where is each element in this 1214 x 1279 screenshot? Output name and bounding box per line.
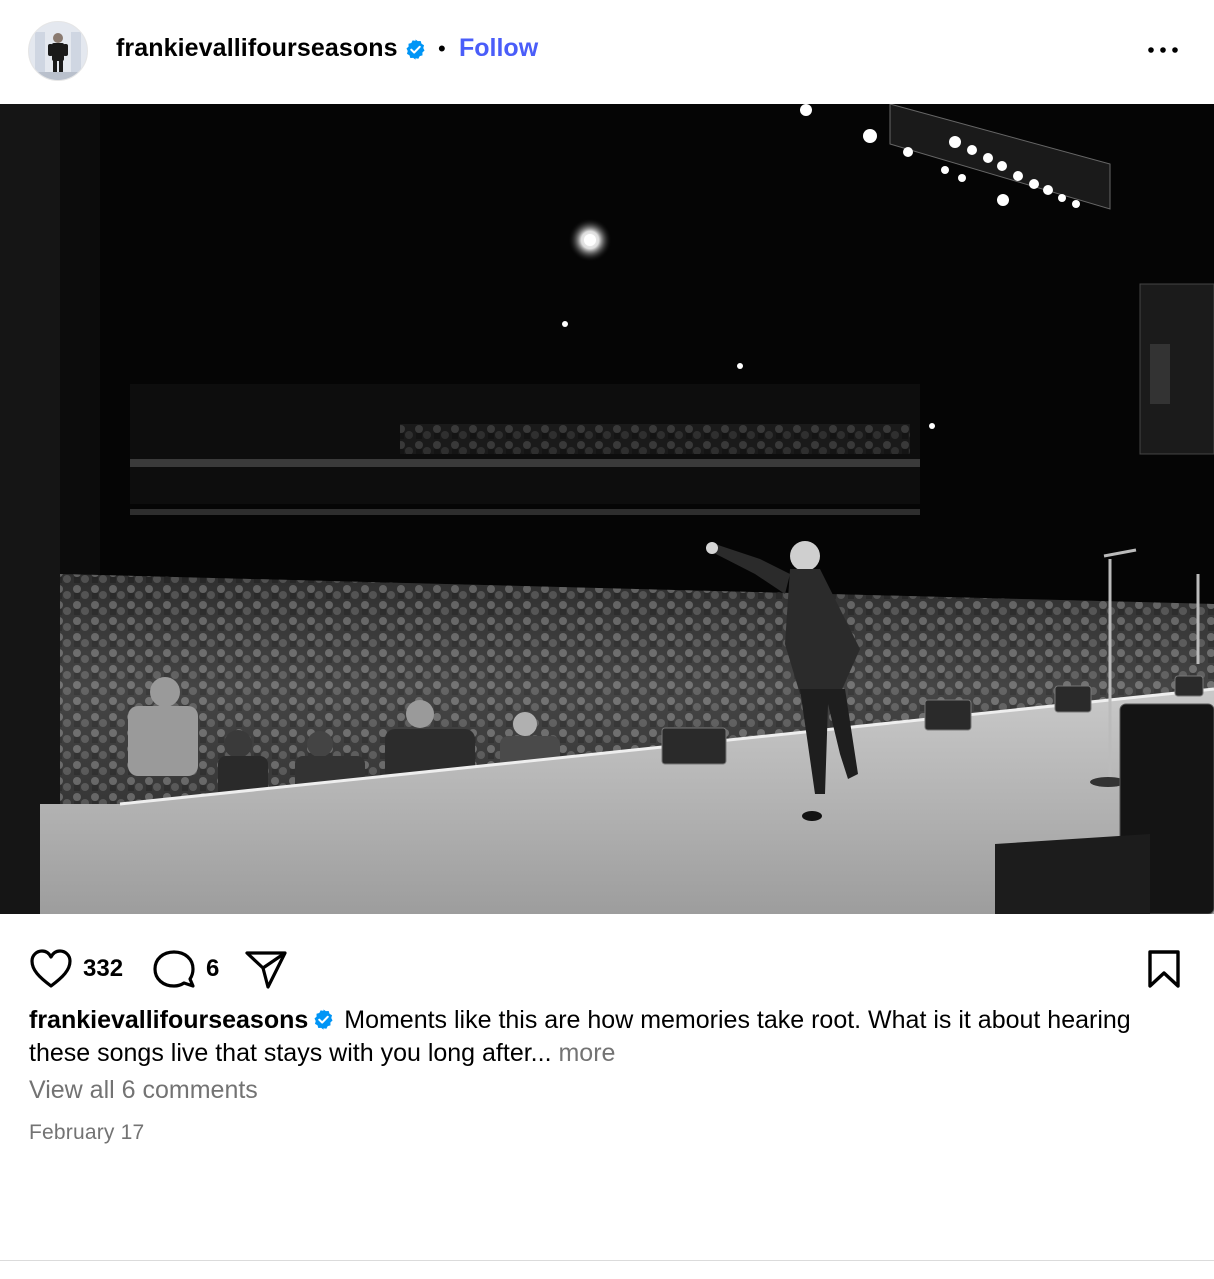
post-image[interactable] — [0, 104, 1214, 914]
verified-badge-icon — [406, 39, 425, 60]
follow-button[interactable]: Follow — [459, 34, 538, 63]
view-all-comments-link[interactable]: View all 6 comments — [29, 1076, 258, 1105]
post-card: frankievallifourseasons • Follow 332 6 f… — [0, 0, 1214, 1261]
caption-more-link[interactable]: more — [558, 1039, 615, 1067]
header-separator: • — [438, 36, 446, 61]
like-count: 332 — [83, 955, 124, 982]
comment-count: 6 — [206, 955, 220, 982]
post-date[interactable]: February 17 — [29, 1121, 144, 1145]
caption-username[interactable]: frankievallifourseasons — [29, 1006, 308, 1034]
avatar[interactable] — [28, 21, 88, 81]
header-username[interactable]: frankievallifourseasons — [116, 34, 398, 63]
post-caption: frankievallifourseasons Moments like thi… — [29, 1004, 1189, 1070]
comment-bubble-icon[interactable] — [152, 948, 196, 990]
verified-badge-icon — [314, 1009, 333, 1030]
share-send-icon[interactable] — [244, 948, 288, 990]
save-bookmark-icon[interactable] — [1146, 948, 1182, 990]
action-bar: 332 6 — [0, 944, 1214, 992]
more-options-icon[interactable] — [1146, 40, 1180, 60]
like-heart-icon[interactable] — [29, 948, 73, 990]
concert-stage-photo — [0, 104, 1214, 914]
post-header: frankievallifourseasons • Follow — [0, 0, 1214, 104]
